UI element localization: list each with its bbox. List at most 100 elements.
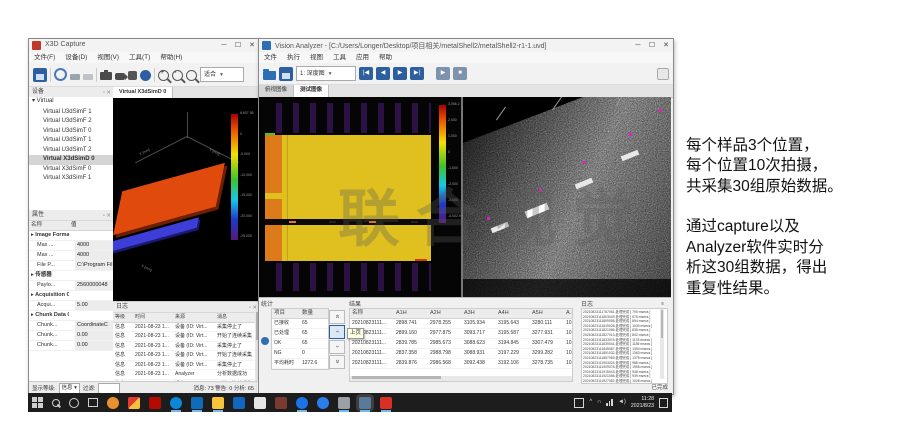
mail-icon[interactable]: [191, 397, 203, 409]
property-row[interactable]: Max ... 4000: [29, 241, 113, 251]
result-row[interactable]: 20210823111... 2839.785 2985.673 3088.62…: [350, 339, 572, 349]
volume-icon[interactable]: ◄): [618, 393, 626, 412]
active-window-icon[interactable]: [359, 397, 371, 409]
refresh-icon[interactable]: [54, 68, 67, 81]
prev-page-button[interactable]: ‹: [329, 325, 345, 339]
menu-item[interactable]: 工具(T): [124, 52, 155, 63]
outlook-icon[interactable]: [233, 397, 245, 409]
open-icon[interactable]: [263, 71, 276, 80]
capture-3d-view[interactable]: X [mm] Y [mm] X [mm] 6,607.950-5,000-10,…: [113, 98, 259, 301]
save-icon[interactable]: [33, 68, 47, 82]
device-tree-item[interactable]: Virtual U3dSimF 2: [29, 117, 113, 127]
menu-item[interactable]: 视图(V): [92, 52, 124, 63]
menu-item[interactable]: 帮助(H): [155, 52, 187, 63]
stats-row[interactable]: 已接收 65: [272, 319, 328, 329]
stop-button[interactable]: ■: [453, 67, 467, 80]
sort-icon[interactable]: ≡: [661, 301, 664, 307]
property-grid[interactable]: ▸ Image Format Control Max ... 4000 Max …: [29, 231, 113, 351]
property-value[interactable]: 4000: [75, 241, 113, 250]
minimize-button[interactable]: ─: [631, 39, 645, 52]
clock[interactable]: 11:28 2021/8/23: [631, 396, 654, 410]
view-tab[interactable]: Virtual X3dSimD 0: [113, 87, 173, 98]
result-row[interactable]: 20210823111... 2837.358 2988.798 3088.93…: [350, 349, 572, 359]
stats-row[interactable]: OK 65: [272, 339, 328, 349]
analyzer-titlebar[interactable]: Vision Analyzer - [C:/Users/Longer/Deskt…: [259, 39, 673, 53]
device-tree-item[interactable]: Virtual U3dSimF 1: [29, 108, 113, 118]
analyzer-log-list[interactable]: 20210823111757061-处理完成 [ 790 msecs ]2021…: [581, 308, 668, 384]
level-select[interactable]: 信息 ▾: [59, 383, 80, 394]
heatmap-view[interactable]: 3,056.22,0001,0000-1,000-2,000-3,000-4,0…: [259, 97, 461, 297]
log-row[interactable]: 信息 2021-08-23 1... 设备 (ID: Virt... 开始了连续…: [113, 332, 259, 342]
property-row[interactable]: Paylo... 2560000048: [29, 281, 113, 291]
search-icon[interactable]: [52, 399, 60, 407]
device-tree-item[interactable]: Virtual X3dSimF 0: [29, 165, 113, 175]
tray-expand-icon[interactable]: ^: [589, 393, 592, 412]
cortana-icon[interactable]: [69, 398, 79, 408]
zoom-fit-icon[interactable]: [186, 70, 197, 81]
property-row[interactable]: File P... C:\Program Fil...: [29, 261, 113, 271]
property-row[interactable]: Chunk... 0.00: [29, 341, 113, 351]
eraser-icon[interactable]: [254, 397, 266, 409]
connect-icon[interactable]: [70, 74, 80, 80]
device-tree-item[interactable]: Virtual U3dSimT 0: [29, 127, 113, 137]
next-frame-button[interactable]: ▶: [393, 67, 407, 80]
taskbar[interactable]: ^ ∩ ◄) 11:28 2021/8/23: [28, 393, 672, 412]
results-table[interactable]: 20210823111... 2898.741 2978.255 3105.93…: [350, 319, 572, 375]
property-row[interactable]: ▸ 传感器: [29, 271, 113, 281]
edge-icon[interactable]: [170, 397, 182, 409]
view-select[interactable]: 1: 深度图▼: [296, 66, 356, 81]
browser2-icon[interactable]: [317, 397, 329, 409]
maximize-button[interactable]: ☐: [645, 39, 659, 52]
taskview-icon[interactable]: [88, 398, 98, 407]
property-value[interactable]: CoordinateC: [75, 321, 113, 330]
maximize-button[interactable]: ☐: [231, 39, 245, 52]
explorer-icon[interactable]: [212, 397, 224, 409]
menu-item[interactable]: 文件(F): [29, 52, 60, 63]
property-value[interactable]: 2560000048: [75, 281, 113, 290]
zoom-in-icon[interactable]: +: [158, 70, 169, 81]
app-icon-flag[interactable]: [128, 397, 140, 409]
notes-icon[interactable]: [338, 397, 350, 409]
zoom-fit-select[interactable]: 适合▼: [200, 67, 244, 82]
notification-icon[interactable]: [659, 398, 668, 408]
network-icon[interactable]: [606, 399, 613, 406]
play-button[interactable]: ▶: [436, 67, 450, 80]
property-value[interactable]: [69, 311, 113, 320]
property-value[interactable]: [69, 271, 113, 280]
disconnect-icon[interactable]: [83, 74, 93, 80]
property-value[interactable]: 0.00: [75, 341, 113, 350]
snapshot-icon[interactable]: [100, 72, 112, 80]
log-row[interactable]: 信息 2021-08-23 1... 设备 (ID: Virt... 采集停止了: [113, 323, 259, 333]
property-row[interactable]: ▸ Acquisition Control: [29, 291, 113, 301]
record-icon[interactable]: [140, 70, 151, 81]
device-tree-item[interactable]: Virtual X3dSimF 1: [29, 174, 113, 184]
video-icon[interactable]: [115, 73, 125, 80]
filter-input[interactable]: [98, 383, 120, 394]
tab-top-image[interactable]: 俯视图像: [259, 85, 294, 97]
stats-table[interactable]: 已接收 65 已处理 65 OK 65: [272, 319, 328, 369]
capture-titlebar[interactable]: X3D Capture ─ ☐ ✕: [29, 39, 259, 53]
start-button[interactable]: [32, 397, 43, 408]
results-hscrollbar[interactable]: [350, 376, 572, 381]
property-value[interactable]: 5.00: [75, 301, 113, 310]
device-tree-item[interactable]: Virtual U3dSimT 2: [29, 146, 113, 156]
log-row[interactable]: 信息 2021-08-23 1... 设备 (ID: Virt... 开始了连续…: [113, 351, 259, 361]
stats-row[interactable]: 已处理 65: [272, 329, 328, 339]
app-icon-dark[interactable]: [275, 397, 287, 409]
menu-item[interactable]: 应用: [351, 52, 374, 63]
device-tree-item[interactable]: Virtual U3dSimT 1: [29, 136, 113, 146]
property-row[interactable]: ▸ Image Format Control: [29, 231, 113, 241]
next-page-button[interactable]: ›: [329, 340, 345, 354]
close-button[interactable]: ✕: [659, 39, 673, 52]
result-row[interactable]: 20210823111... 2899.160 2977.875 3093.71…: [350, 329, 572, 339]
property-row[interactable]: Acqui... 5.00: [29, 301, 113, 311]
menu-item[interactable]: 工具: [328, 52, 351, 63]
menu-item[interactable]: 文件: [259, 52, 282, 63]
property-row[interactable]: ▸ Chunk Data Control: [29, 311, 113, 321]
first-page-button[interactable]: «: [329, 310, 345, 324]
result-row[interactable]: 20210823111... 2898.741 2978.255 3105.93…: [350, 319, 572, 329]
property-row[interactable]: Chunk... 0.00: [29, 331, 113, 341]
prev-frame-button[interactable]: ◀: [376, 67, 390, 80]
property-value[interactable]: [69, 231, 113, 240]
property-value[interactable]: C:\Program Fil...: [75, 261, 113, 270]
